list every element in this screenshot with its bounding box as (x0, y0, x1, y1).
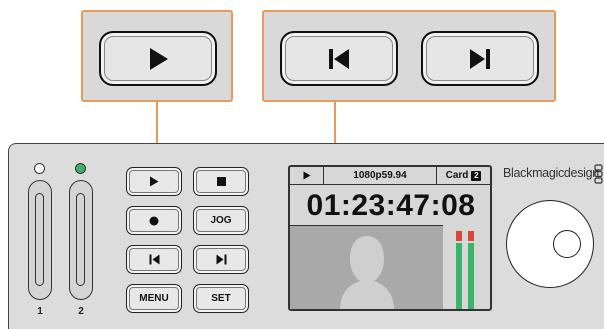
skip-forward-icon (470, 48, 490, 69)
lcd-card-number: 2 (471, 170, 482, 181)
skip-forward-button[interactable] (193, 245, 249, 274)
jog-knob-dimple (553, 230, 581, 258)
lcd-card-label: Card (445, 170, 469, 181)
stop-icon (216, 177, 226, 186)
jog-button[interactable]: JOG (193, 206, 249, 235)
sd-card-slot-2[interactable] (69, 180, 93, 300)
play-icon (150, 47, 168, 70)
lcd-timecode: 01:23:47:08 (306, 189, 476, 222)
set-button[interactable]: SET (193, 284, 249, 313)
skip-back-button[interactable] (126, 245, 182, 274)
skip-back-icon (149, 254, 159, 265)
lcd-format: 1080p59.94 (324, 167, 437, 184)
callout-skip-forward-button (421, 31, 539, 86)
brand-wordmark: Blackmagicdesign (503, 166, 599, 180)
callout-play (81, 10, 233, 102)
slot-2-led (75, 163, 86, 174)
jog-shuttle-knob[interactable] (506, 200, 594, 288)
slot-1-label: 1 (37, 306, 43, 317)
lcd-video-preview (290, 225, 443, 309)
lcd-transport-cell (290, 167, 324, 184)
skip-back-icon (329, 48, 349, 69)
slot-1-led (34, 163, 45, 174)
callout-skip-back-button (280, 31, 398, 86)
audio-meter-left (456, 231, 462, 309)
callout-play-button (99, 31, 217, 86)
sd-card-slot-1[interactable] (28, 180, 52, 300)
skip-forward-icon (216, 254, 226, 265)
play-icon (303, 171, 310, 180)
lcd-status-bar: 1080p59.94 Card 2 (290, 167, 490, 185)
record-icon (149, 216, 159, 225)
lcd-screen: 1080p59.94 Card 2 01:23:47:08 (288, 165, 492, 311)
stop-button[interactable] (193, 167, 249, 196)
menu-button[interactable]: MENU (126, 284, 182, 313)
play-button[interactable] (126, 167, 182, 196)
lcd-card-indicator: Card 2 (437, 167, 490, 184)
callout-skip (262, 10, 556, 102)
audio-meter-right (468, 231, 474, 309)
blackmagic-logo-icon (594, 164, 603, 184)
record-button[interactable] (126, 206, 182, 235)
person-silhouette-icon (340, 236, 394, 309)
play-icon (150, 176, 159, 187)
slot-2-label: 2 (78, 306, 84, 317)
